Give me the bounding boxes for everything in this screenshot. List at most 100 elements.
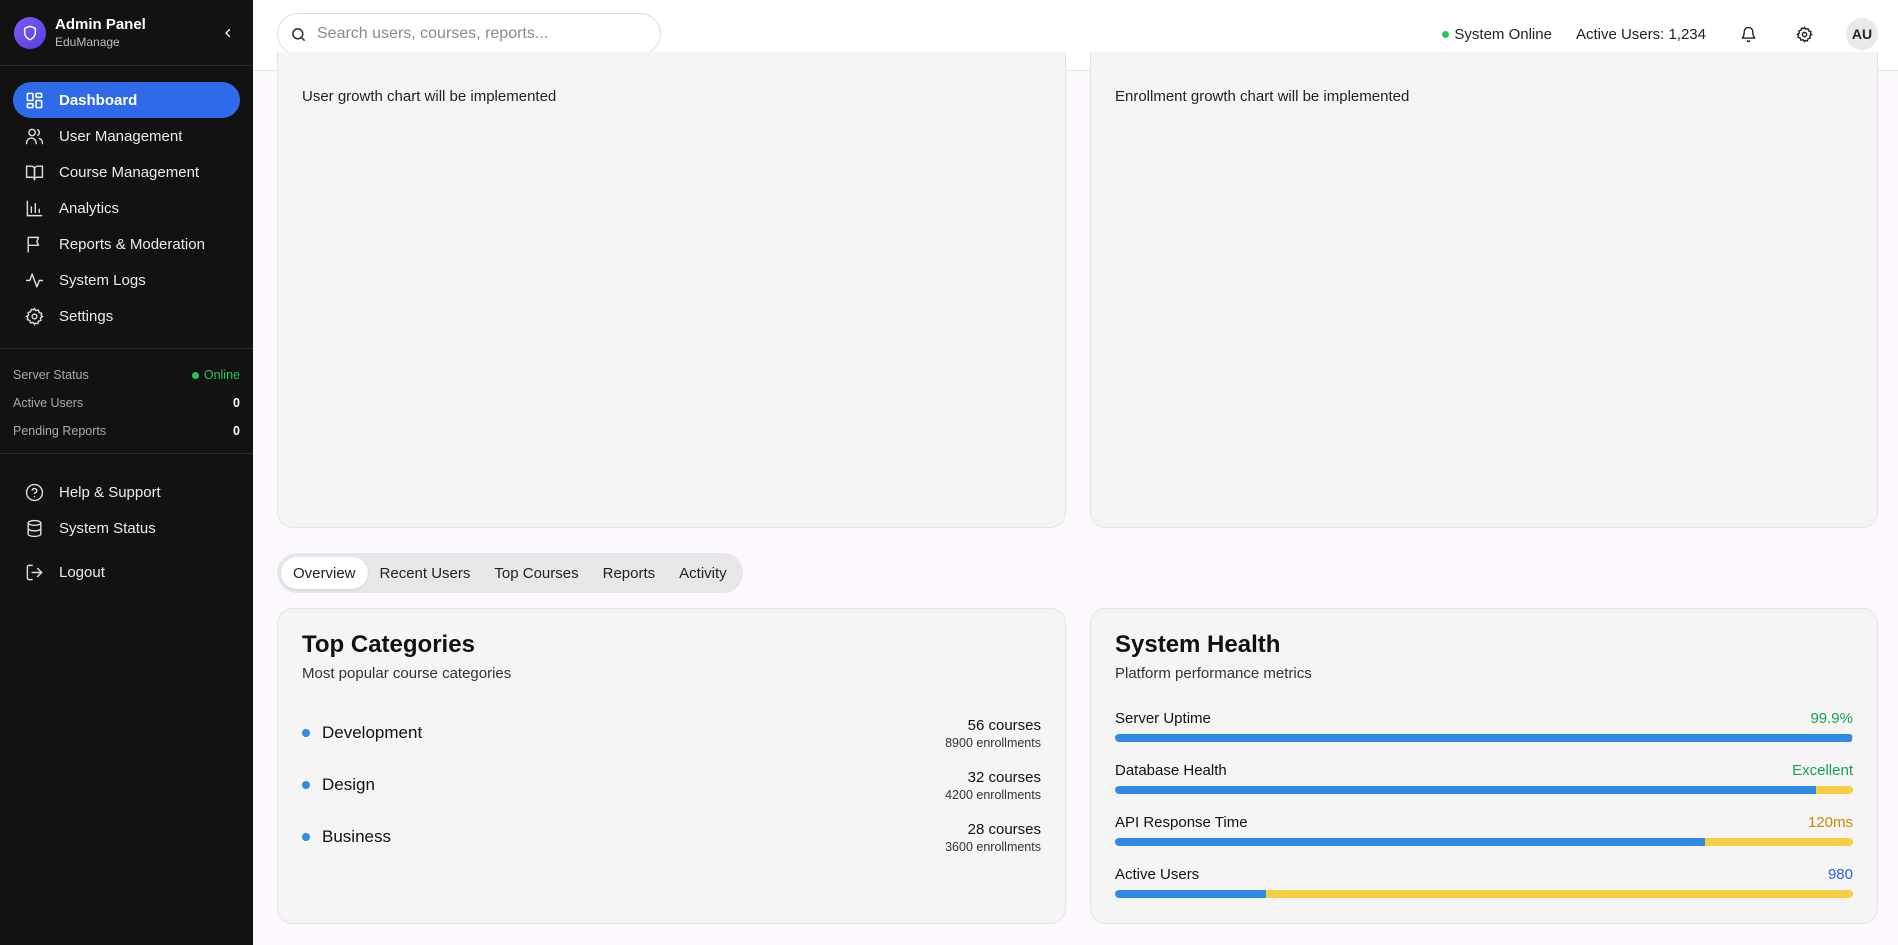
help-circle-icon: [24, 482, 44, 502]
metric-value: 99.9%: [1810, 709, 1853, 727]
nav-label: Help & Support: [59, 483, 161, 501]
progress-fill: [1115, 838, 1706, 846]
nav-item-settings[interactable]: Settings: [13, 298, 240, 334]
enrollment-growth-placeholder: Enrollment growth chart will be implemen…: [1115, 88, 1410, 105]
nav-label: System Logs: [59, 271, 146, 289]
user-growth-card: User growth chart will be implemented: [277, 52, 1066, 528]
pending-reports-label: Pending Reports: [13, 424, 107, 438]
nav-item-user-management[interactable]: User Management: [13, 118, 240, 154]
bell-icon: [1740, 26, 1756, 42]
tab-recent-users[interactable]: Recent Users: [368, 557, 483, 589]
search-icon: [292, 27, 305, 41]
brand-subtitle: EduManage: [55, 35, 120, 49]
list-item: Development 56 courses 8900 enrollments: [302, 707, 1041, 759]
nav-item-dashboard[interactable]: Dashboard: [13, 82, 240, 118]
metric-value: 980: [1827, 865, 1853, 883]
progress-bar: [1115, 734, 1853, 742]
brand-header: Admin Panel EduManage: [0, 0, 253, 66]
category-courses: 56 courses: [967, 716, 1041, 734]
system-online-indicator: System Online: [1442, 26, 1552, 43]
collapse-sidebar-button[interactable]: [217, 22, 239, 44]
flag-icon: [24, 234, 44, 254]
system-health-card: System Health Platform performance metri…: [1090, 608, 1878, 924]
progress-fill: [1115, 734, 1853, 742]
search-input[interactable]: [317, 25, 647, 43]
pending-reports-value: 0: [233, 424, 240, 438]
active-users-count: Active Users: 1,234: [1575, 25, 1706, 43]
nav-item-analytics[interactable]: Analytics: [13, 190, 240, 226]
tab-reports[interactable]: Reports: [591, 557, 668, 589]
server-status-row: Server Status Online: [13, 361, 240, 389]
metric-active-users: Active Users 980: [1115, 863, 1853, 915]
metric-label: Server Uptime: [1115, 709, 1211, 727]
nav-label: User Management: [59, 127, 183, 145]
online-dot-icon: [191, 371, 199, 379]
tab-top-courses[interactable]: Top Courses: [482, 557, 590, 589]
nav-item-help-support[interactable]: Help & Support: [13, 474, 240, 510]
metric-label: Database Health: [1115, 761, 1227, 779]
gear-icon: [1795, 25, 1813, 43]
category-enrollments: 3600 enrollments: [945, 839, 1041, 854]
nav-item-system-logs[interactable]: System Logs: [13, 262, 240, 298]
users-icon: [24, 126, 44, 146]
active-users-value: 0: [233, 396, 240, 410]
database-icon: [24, 518, 44, 538]
brand-title: Admin Panel: [55, 16, 146, 33]
bullet-dot-icon: [302, 781, 310, 789]
bullet-dot-icon: [302, 729, 310, 737]
metric-database-health: Database Health Excellent: [1115, 759, 1853, 811]
card-subtitle: Most popular course categories: [302, 665, 512, 682]
shield-logo-icon: [14, 16, 46, 49]
top-categories-card: Top Categories Most popular course categ…: [277, 608, 1066, 924]
nav-label: Logout: [59, 563, 105, 581]
user-growth-placeholder: User growth chart will be implemented: [302, 88, 557, 105]
health-metrics: Server Uptime 99.9% Database Health Excell…: [1115, 707, 1853, 915]
dashboard-icon: [24, 90, 44, 110]
metric-server-uptime: Server Uptime 99.9%: [1115, 707, 1853, 759]
active-users-row: Active Users 0: [13, 389, 240, 417]
search-box[interactable]: [277, 13, 661, 55]
metric-api-response-time: API Response Time 120ms: [1115, 811, 1853, 863]
tab-activity[interactable]: Activity: [667, 557, 739, 589]
list-item: Business 28 courses 3600 enrollments: [302, 811, 1041, 863]
nav-item-course-management[interactable]: Course Management: [13, 154, 240, 190]
progress-bar: [1115, 890, 1853, 898]
nav-label: Analytics: [59, 199, 120, 217]
category-enrollments: 4200 enrollments: [945, 787, 1041, 802]
settings-button[interactable]: [1790, 20, 1818, 48]
category-courses: 32 courses: [967, 768, 1041, 786]
tab-overview[interactable]: Overview: [281, 557, 368, 589]
sidebar: Admin Panel EduManage Dashboard User Man…: [0, 0, 253, 945]
card-title: Top Categories: [302, 631, 475, 658]
server-status-value: Online: [203, 368, 240, 382]
book-icon: [24, 162, 44, 182]
active-users-label: Active Users: [13, 396, 84, 410]
server-status-label: Server Status: [13, 368, 89, 382]
online-dot-icon: [1442, 30, 1450, 38]
nav-label: Dashboard: [59, 91, 138, 109]
notifications-button[interactable]: [1734, 20, 1762, 48]
nav-item-reports-moderation[interactable]: Reports & Moderation: [13, 226, 240, 262]
category-enrollments: 8900 enrollments: [945, 735, 1041, 750]
category-courses: 28 courses: [967, 820, 1041, 838]
progress-bar: [1115, 838, 1853, 846]
enrollment-growth-card: Enrollment growth chart will be implemen…: [1090, 52, 1878, 528]
sidebar-status-panel: Server Status Online Active Users 0 Pend…: [0, 348, 253, 454]
progress-fill: [1115, 890, 1266, 898]
nav-item-system-status[interactable]: System Status: [13, 510, 240, 546]
progress-fill: [1115, 786, 1817, 794]
user-avatar[interactable]: AU: [1846, 18, 1878, 50]
nav-item-logout[interactable]: Logout: [13, 554, 240, 590]
category-name: Design: [322, 775, 375, 794]
nav-label: System Status: [59, 519, 156, 537]
metric-value: 120ms: [1807, 813, 1853, 831]
card-subtitle: Platform performance metrics: [1115, 665, 1312, 682]
metric-label: API Response Time: [1115, 813, 1248, 831]
chevron-left-icon: [225, 28, 231, 37]
nav-label: Reports & Moderation: [59, 235, 205, 253]
main-nav: Dashboard User Management Course Managem…: [0, 66, 253, 334]
card-title: System Health: [1115, 631, 1281, 658]
gear-icon: [24, 306, 44, 326]
metric-value: Excellent: [1792, 761, 1853, 779]
category-name: Business: [322, 827, 391, 846]
